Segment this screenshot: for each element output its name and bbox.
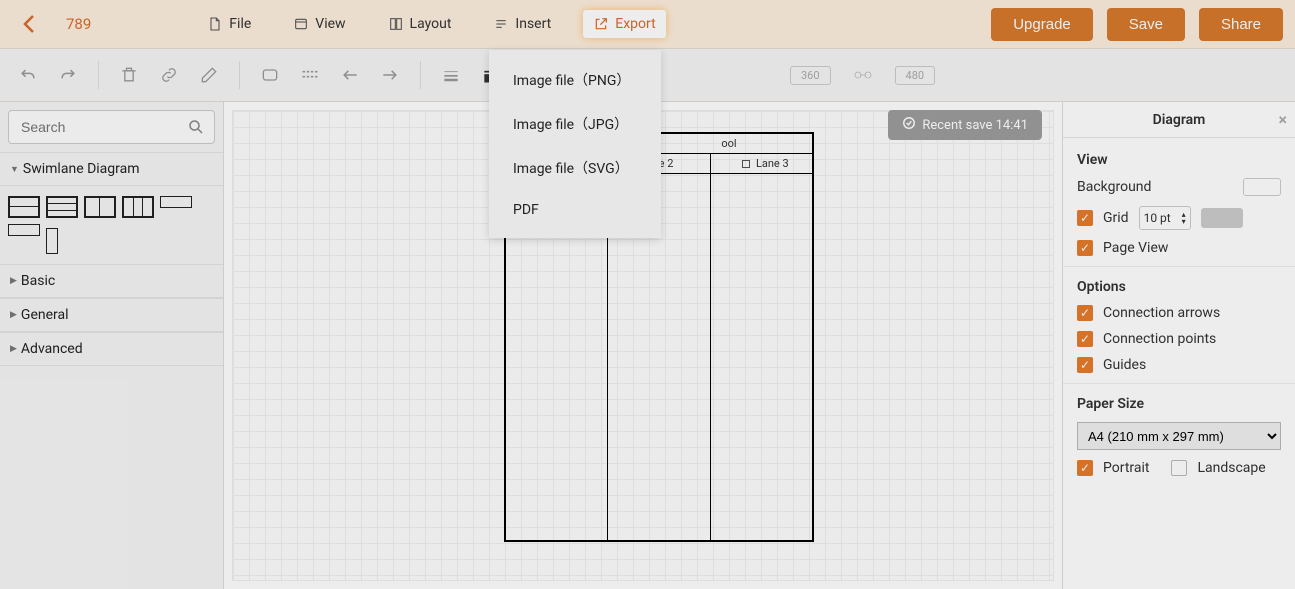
pageview-label: Page View bbox=[1103, 240, 1168, 256]
menu-layout-label: Layout bbox=[410, 16, 452, 32]
export-jpg[interactable]: Image file（JPG） bbox=[489, 102, 661, 146]
dimension-height[interactable]: 480 bbox=[895, 66, 936, 85]
conn-arrows-label: Connection arrows bbox=[1103, 305, 1220, 321]
palette-general-label: General bbox=[21, 307, 69, 323]
grid-color-swatch[interactable] bbox=[1201, 208, 1243, 228]
palette-basic-header[interactable]: ▶ Basic bbox=[0, 264, 223, 298]
guides-checkbox[interactable]: ✓ bbox=[1077, 357, 1093, 373]
background-label: Background bbox=[1077, 179, 1151, 195]
document-title[interactable]: 789 bbox=[66, 15, 91, 33]
erase-button[interactable] bbox=[195, 61, 223, 89]
caret-right-icon: ▶ bbox=[10, 344, 17, 354]
palette-basic-label: Basic bbox=[21, 273, 55, 289]
options-section-title: Options bbox=[1077, 279, 1281, 295]
palette-advanced-label: Advanced bbox=[21, 341, 83, 357]
lane3-label: Lane 3 bbox=[756, 157, 789, 170]
grid-value: 10 pt bbox=[1144, 211, 1171, 225]
link-button[interactable] bbox=[155, 61, 183, 89]
save-toast-label: Recent save 14:41 bbox=[922, 118, 1028, 133]
paper-size-select[interactable]: A4 (210 mm x 297 mm) bbox=[1077, 422, 1281, 450]
line-weight-thin[interactable] bbox=[437, 61, 465, 89]
menu-export-label: Export bbox=[615, 16, 655, 32]
lane-header-3[interactable]: Lane 3 bbox=[711, 154, 812, 173]
conn-arrows-checkbox[interactable]: ✓ bbox=[1077, 305, 1093, 321]
search-icon bbox=[187, 118, 205, 140]
check-icon bbox=[902, 116, 916, 134]
undo-button[interactable] bbox=[14, 61, 42, 89]
export-svg[interactable]: Image file（SVG） bbox=[489, 146, 661, 190]
palette-general-header[interactable]: ▶ General bbox=[0, 298, 223, 332]
menu-layout[interactable]: Layout bbox=[378, 10, 462, 38]
menu-file[interactable]: File bbox=[197, 10, 261, 38]
panel-right: Diagram × View Background ✓ Grid 10 pt▴▾… bbox=[1063, 102, 1295, 589]
palette-swimlane-header[interactable]: ▼ Swimlane Diagram bbox=[0, 152, 223, 186]
search-input[interactable] bbox=[8, 110, 215, 144]
shape-vlane[interactable] bbox=[46, 228, 58, 254]
shape-hlane2[interactable] bbox=[8, 224, 40, 236]
portrait-checkbox[interactable]: ✓ bbox=[1077, 460, 1093, 476]
pool-label: ool bbox=[721, 137, 736, 150]
grid-label: Grid bbox=[1103, 210, 1129, 226]
menubar: 789 File View Layout Insert Export Upgra… bbox=[0, 0, 1295, 48]
save-toast: Recent save 14:41 bbox=[888, 110, 1042, 140]
caret-down-icon: ▼ bbox=[10, 164, 19, 175]
delete-button[interactable] bbox=[115, 61, 143, 89]
view-icon bbox=[293, 16, 309, 32]
close-icon[interactable]: × bbox=[1279, 110, 1288, 129]
palette-advanced-header[interactable]: ▶ Advanced bbox=[0, 332, 223, 366]
pageview-checkbox[interactable]: ✓ bbox=[1077, 240, 1093, 256]
landscape-checkbox[interactable] bbox=[1171, 460, 1187, 476]
shape-rect-button[interactable] bbox=[256, 61, 284, 89]
caret-right-icon: ▶ bbox=[10, 276, 17, 286]
grid-checkbox[interactable]: ✓ bbox=[1077, 210, 1093, 226]
save-button[interactable]: Save bbox=[1107, 8, 1185, 41]
landscape-label: Landscape bbox=[1197, 460, 1265, 476]
insert-icon bbox=[493, 16, 509, 32]
panel-title: Diagram bbox=[1153, 112, 1206, 128]
grid-size-input[interactable]: 10 pt▴▾ bbox=[1139, 206, 1191, 230]
export-png[interactable]: Image file（PNG） bbox=[489, 58, 661, 102]
shape-vpool-2[interactable] bbox=[84, 196, 116, 218]
guides-label: Guides bbox=[1103, 357, 1146, 373]
right-buttons: Upgrade Save Share bbox=[991, 8, 1283, 41]
share-button[interactable]: Share bbox=[1199, 8, 1283, 41]
arrow-left-button[interactable] bbox=[336, 61, 364, 89]
paper-section-title: Paper Size bbox=[1077, 396, 1281, 412]
export-dropdown: Image file（PNG） Image file（JPG） Image fi… bbox=[489, 50, 661, 238]
menu-insert-label: Insert bbox=[515, 16, 551, 32]
menu-view-label: View bbox=[315, 16, 345, 32]
portrait-label: Portrait bbox=[1103, 460, 1149, 476]
menu-view[interactable]: View bbox=[283, 10, 355, 38]
shape-hpool-2[interactable] bbox=[8, 196, 40, 218]
export-pdf[interactable]: PDF bbox=[489, 190, 661, 230]
menu-export[interactable]: Export bbox=[583, 10, 665, 38]
shape-vpool-3[interactable] bbox=[122, 196, 154, 218]
link-dims-icon[interactable] bbox=[843, 61, 883, 89]
sidebar-left: ▼ Swimlane Diagram ▶ Basic ▶ General ▶ A… bbox=[0, 102, 224, 589]
file-icon bbox=[207, 16, 223, 32]
palette-shapes bbox=[0, 186, 223, 264]
background-swatch[interactable] bbox=[1243, 178, 1281, 196]
caret-right-icon: ▶ bbox=[10, 310, 17, 320]
back-button[interactable] bbox=[18, 12, 42, 36]
menu-insert[interactable]: Insert bbox=[483, 10, 561, 38]
menu-file-label: File bbox=[229, 16, 251, 32]
dimension-width[interactable]: 360 bbox=[790, 66, 831, 85]
upgrade-button[interactable]: Upgrade bbox=[991, 8, 1093, 41]
shape-hlane[interactable] bbox=[160, 196, 192, 208]
view-section-title: View bbox=[1077, 152, 1281, 168]
redo-button[interactable] bbox=[54, 61, 82, 89]
palette-swimlane-label: Swimlane Diagram bbox=[23, 161, 140, 177]
arrow-right-button[interactable] bbox=[376, 61, 404, 89]
lane-mini-icon bbox=[742, 160, 750, 168]
conn-points-label: Connection points bbox=[1103, 331, 1216, 347]
panel-header: Diagram × bbox=[1063, 102, 1295, 138]
menu-items: File View Layout Insert Export bbox=[197, 10, 665, 38]
export-icon bbox=[593, 16, 609, 32]
shape-hpool-3[interactable] bbox=[46, 196, 78, 218]
conn-points-checkbox[interactable]: ✓ bbox=[1077, 331, 1093, 347]
line-dashed-button[interactable] bbox=[296, 61, 324, 89]
layout-icon bbox=[388, 16, 404, 32]
lane-col-3[interactable] bbox=[711, 174, 812, 540]
